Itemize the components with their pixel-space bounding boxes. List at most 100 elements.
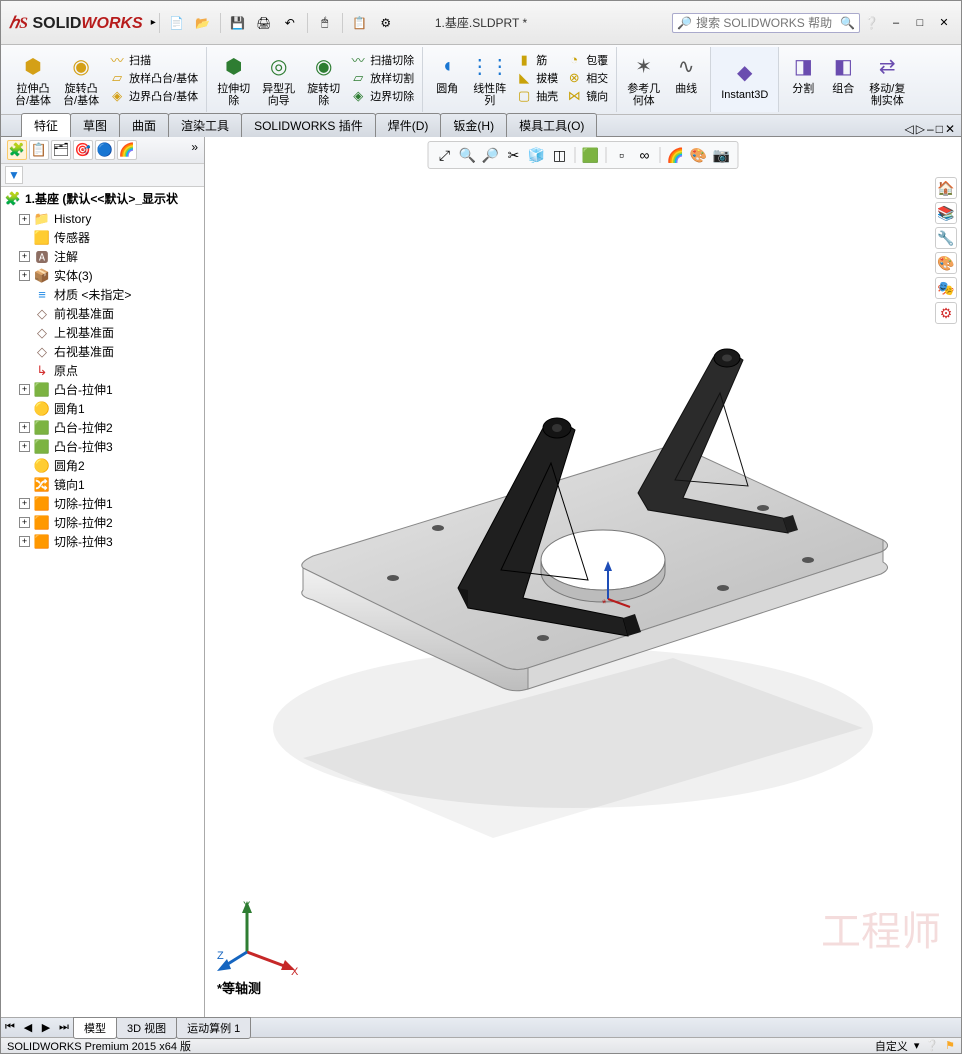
tree-item[interactable]: +🟩凸台-拉伸1 [1, 380, 204, 399]
extrude-boss-button[interactable]: ⬢拉伸凸 台/基体 [11, 51, 55, 109]
loft-button[interactable]: ▱放样凸台/基体 [107, 69, 200, 87]
undo-button[interactable]: ↶ [278, 11, 302, 35]
custom-props-icon[interactable]: ⚙ [935, 302, 957, 324]
split-button[interactable]: ◨分割 [785, 51, 821, 109]
tree-item[interactable]: 🟡圆角1 [1, 399, 204, 418]
expand-icon[interactable]: + [19, 422, 30, 433]
tree-item[interactable]: +🟩凸台-拉伸2 [1, 418, 204, 437]
new-button[interactable]: 📄 [165, 11, 189, 35]
property-manager-tab[interactable]: 📋 [29, 140, 49, 160]
tree-item[interactable]: ↳原点 [1, 361, 204, 380]
doc-max-icon[interactable]: □ [936, 122, 943, 136]
expand-icon[interactable]: + [19, 251, 30, 262]
doc-min-icon[interactable]: – [927, 122, 934, 136]
expand-icon[interactable]: + [19, 384, 30, 395]
view-palette-icon[interactable]: 🎨 [935, 252, 957, 274]
tree-item[interactable]: +🟧切除-拉伸3 [1, 532, 204, 551]
rib-button[interactable]: ▮筋 [514, 51, 560, 69]
resources-icon[interactable]: 🏠 [935, 177, 957, 199]
status-flag-icon[interactable]: ⚑ [945, 1039, 955, 1052]
close-button[interactable]: ✕ [933, 14, 955, 32]
tab-render[interactable]: 渲染工具 [168, 113, 242, 137]
display-manager-tab[interactable]: 🔵 [95, 140, 115, 160]
tree-item[interactable]: +🟧切除-拉伸1 [1, 494, 204, 513]
orientation-triad[interactable]: Y X Z [217, 897, 307, 977]
tab-model[interactable]: 模型 [73, 1017, 117, 1039]
panel-expand-icon[interactable]: » [191, 140, 198, 160]
sweep-button[interactable]: 〰扫描 [107, 51, 200, 69]
tree-item[interactable]: ◇上视基准面 [1, 323, 204, 342]
tab-next-icon[interactable]: ▶ [37, 1020, 55, 1036]
combine-button[interactable]: ◧组合 [825, 51, 861, 109]
tree-item[interactable]: +🅰注解 [1, 247, 204, 266]
display-style-icon[interactable]: ◫ [550, 145, 570, 165]
zoom-area-icon[interactable]: 🔍 [458, 145, 478, 165]
shell-button[interactable]: ▢抽壳 [514, 87, 560, 105]
help-button[interactable]: ❔ [864, 16, 879, 30]
edit-appearance-icon[interactable]: ▫ [612, 145, 632, 165]
help-search[interactable]: 🔎 🔍 [672, 13, 860, 33]
tab-3dview[interactable]: 3D 视图 [116, 1017, 177, 1039]
doc-close-icon[interactable]: ✕ [945, 122, 955, 136]
tab-features[interactable]: 特征 [21, 113, 71, 137]
status-help-icon[interactable]: ❔ [925, 1039, 939, 1052]
draft-button[interactable]: ◣拔模 [514, 69, 560, 87]
instant3d-button[interactable]: ◆Instant3D [717, 57, 772, 103]
sweep-cut-button[interactable]: 〰扫描切除 [348, 51, 416, 69]
boundary-button[interactable]: ◈边界凸台/基体 [107, 87, 200, 105]
camera-icon[interactable]: 📷 [712, 145, 732, 165]
tree-item[interactable]: +🟩凸台-拉伸3 [1, 437, 204, 456]
render-icon[interactable]: 🎨 [689, 145, 709, 165]
feature-tree-tab[interactable]: 🧩 [7, 140, 27, 160]
tree-item[interactable]: ◇前视基准面 [1, 304, 204, 323]
loft-cut-button[interactable]: ▱放样切割 [348, 69, 416, 87]
save-button[interactable]: 💾 [226, 11, 250, 35]
tab-prev-icon[interactable]: ◀ [19, 1020, 37, 1036]
expand-icon[interactable]: + [19, 441, 30, 452]
mirror-button[interactable]: ⋈镜向 [564, 87, 610, 105]
zoom-fit-icon[interactable]: ⤢ [435, 145, 455, 165]
graphics-viewport[interactable]: ⤢ 🔍 🔎 ✂ 🧊 ◫ 🟩 ▫ ∞ 🌈 🎨 📷 🏠 📚 🔧 🎨 🎭 ⚙ [205, 137, 961, 1017]
extrude-cut-button[interactable]: ⬢拉伸切 除 [213, 51, 254, 109]
search-go-icon[interactable]: 🔍 [840, 16, 855, 30]
file-explorer-icon[interactable]: 🔧 [935, 227, 957, 249]
rebuild-button[interactable]: 📋 [348, 11, 372, 35]
expand-icon[interactable]: + [19, 270, 30, 281]
tab-sketch[interactable]: 草图 [70, 113, 120, 137]
boundary-cut-button[interactable]: ◈边界切除 [348, 87, 416, 105]
tree-item[interactable]: +📦实体(3) [1, 266, 204, 285]
curve-button[interactable]: ∿曲线 [668, 51, 704, 109]
status-custom[interactable]: 自定义 [875, 1038, 908, 1054]
expand-icon[interactable]: + [19, 517, 30, 528]
tab-surface[interactable]: 曲面 [119, 113, 169, 137]
move-copy-button[interactable]: ⇄移动/复 制实体 [865, 51, 909, 109]
tree-item[interactable]: 🟡圆角2 [1, 456, 204, 475]
ref-geometry-button[interactable]: ✶参考几 何体 [623, 51, 664, 109]
revolve-cut-button[interactable]: ◉旋转切 除 [303, 51, 344, 109]
tab-addins[interactable]: SOLIDWORKS 插件 [241, 113, 376, 137]
section-view-icon[interactable]: ✂ [504, 145, 524, 165]
config-manager-tab[interactable]: 🗂 [51, 140, 71, 160]
dimxpert-tab[interactable]: 🎯 [73, 140, 93, 160]
tree-item[interactable]: +🟧切除-拉伸2 [1, 513, 204, 532]
intersect-button[interactable]: ⊗相交 [564, 69, 610, 87]
design-library-icon[interactable]: 📚 [935, 202, 957, 224]
expand-icon[interactable]: + [19, 498, 30, 509]
expand-icon[interactable]: + [19, 536, 30, 547]
fillet-button[interactable]: ◖圆角 [429, 51, 465, 109]
status-dropdown-icon[interactable]: ▾ [914, 1039, 920, 1052]
search-input[interactable] [696, 16, 836, 30]
tab-weldments[interactable]: 焊件(D) [375, 113, 442, 137]
tree-root[interactable]: 🧩 1.基座 (默认<<默认>_显示状 [1, 187, 204, 210]
print-button[interactable]: 🖨 [252, 11, 276, 35]
tree-item[interactable]: 🔀镜向1 [1, 475, 204, 494]
filter-icon[interactable]: ▼ [5, 166, 23, 184]
tab-first-icon[interactable]: ⏮ [1, 1020, 19, 1036]
options-button[interactable]: ⚙ [374, 11, 398, 35]
view-orientation-icon[interactable]: 🧊 [527, 145, 547, 165]
tab-sheetmetal[interactable]: 钣金(H) [440, 113, 507, 137]
minimize-button[interactable]: – [885, 14, 907, 32]
hole-wizard-button[interactable]: ◎异型孔 向导 [258, 51, 299, 109]
open-button[interactable]: 📂 [191, 11, 215, 35]
doc-next-icon[interactable]: ▷ [916, 122, 925, 136]
